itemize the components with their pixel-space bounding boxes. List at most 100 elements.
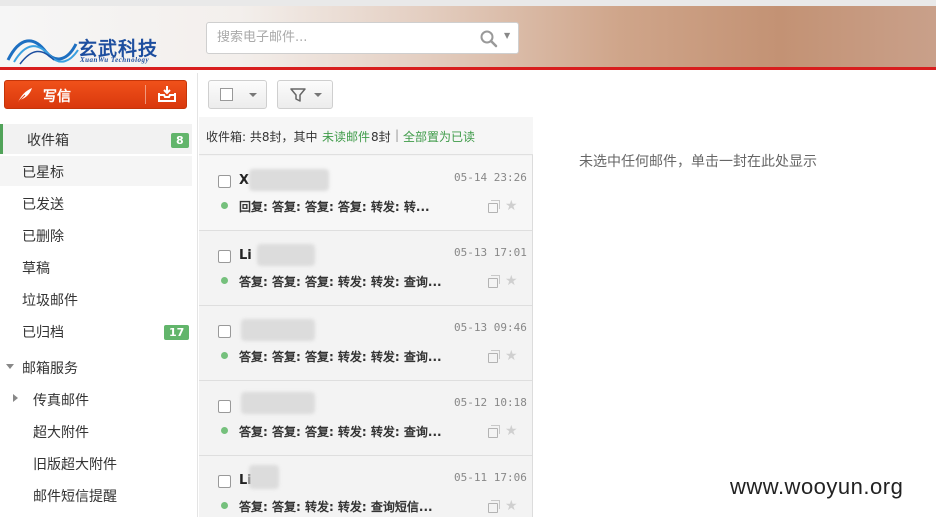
mail-subject: 答复: 答复: 答复: 转发: 转发: 查询... <box>239 425 442 439</box>
mail-row[interactable]: Li 05-13 17:01 答复: 答复: 答复: 转发: 转发: 查询...… <box>199 231 532 306</box>
unread-count-text: 8封 <box>371 130 391 144</box>
mail-subject: 回复: 答复: 答复: 答复: 转发: 转... <box>239 200 430 214</box>
mail-checkbox[interactable] <box>218 175 231 188</box>
mail-time: 05-14 23:26 <box>454 171 527 184</box>
separator: | <box>395 128 400 142</box>
sidebar-item-label: 已发送 <box>22 197 64 213</box>
unread-dot-icon <box>221 502 228 509</box>
sidebar-item-label: 草稿 <box>22 261 50 277</box>
sidebar-divider <box>197 73 198 517</box>
mail-time: 05-13 09:46 <box>454 321 527 334</box>
copy-icon[interactable] <box>488 500 500 513</box>
mail-sender: Li <box>239 248 252 263</box>
compose-button-group: 写信 <box>4 80 187 109</box>
mail-subject: 答复: 答复: 答复: 转发: 转发: 查询... <box>239 350 442 364</box>
mail-list: 收件箱: 共8封，其中 未读邮件 8封 | 全部置为已读 X 05-14 23:… <box>199 117 533 517</box>
redacted-sender <box>241 319 315 341</box>
redacted-sender <box>257 244 315 266</box>
sidebar-item-label: 已归档 <box>22 325 64 341</box>
redacted-sender <box>241 392 315 414</box>
sidebar-item-legacy-large-attachment[interactable]: 旧版超大附件 <box>0 448 192 478</box>
sidebar-item-label: 已星标 <box>22 165 64 181</box>
search-box[interactable]: ▼ <box>206 22 519 54</box>
mail-row[interactable]: X 05-14 23:26 回复: 答复: 答复: 答复: 转发: 转... ★ <box>199 156 532 231</box>
copy-icon[interactable] <box>488 350 500 363</box>
redacted-sender <box>249 169 329 191</box>
sidebar-item-label: 收件箱 <box>27 133 69 149</box>
sidebar-item-label: 已删除 <box>22 229 64 245</box>
top-header: 玄武科技 XuanWu Technology ▼ <box>0 0 936 70</box>
copy-icon[interactable] <box>488 425 500 438</box>
sidebar-item-inbox[interactable]: 收件箱 8 <box>0 124 192 154</box>
empty-reading-message: 未选中任何邮件，单击一封在此处显示 <box>579 154 817 170</box>
copy-icon[interactable] <box>488 200 500 213</box>
sidebar-item-label: 超大附件 <box>33 425 89 441</box>
redacted-sender <box>249 465 279 489</box>
mail-time: 05-12 10:18 <box>454 396 527 409</box>
mail-subject: 答复: 答复: 转发: 转发: 查询短信... <box>239 500 433 514</box>
mail-time: 05-11 17:06 <box>454 471 527 484</box>
unread-dot-icon <box>221 202 228 209</box>
mail-row[interactable]: 05-13 09:46 答复: 答复: 答复: 转发: 转发: 查询... ★ <box>199 306 532 381</box>
sidebar-item-archived[interactable]: 已归档 17 <box>0 316 192 346</box>
mail-checkbox[interactable] <box>218 250 231 263</box>
unread-filter-link[interactable]: 未读邮件 <box>322 128 370 145</box>
reading-pane: 未选中任何邮件，单击一封在此处显示 <box>534 117 936 517</box>
mail-list-header: 收件箱: 共8封，其中 未读邮件 8封 | 全部置为已读 <box>199 117 533 155</box>
search-options-caret-icon[interactable]: ▼ <box>504 31 510 40</box>
feather-pen-icon <box>17 88 32 103</box>
compose-button[interactable]: 写信 <box>5 81 145 108</box>
mark-all-read-link[interactable]: 全部置为已读 <box>403 128 475 145</box>
search-input[interactable] <box>217 30 467 45</box>
mail-sender: X <box>239 173 250 188</box>
count-badge: 17 <box>164 325 190 340</box>
star-icon[interactable]: ★ <box>505 424 518 438</box>
star-icon[interactable]: ★ <box>505 199 518 213</box>
star-icon[interactable]: ★ <box>505 274 518 288</box>
sidebar-section-mail-services[interactable]: 邮箱服务 <box>0 352 192 382</box>
sidebar-item-sms-notification[interactable]: 邮件短信提醒 <box>0 480 192 510</box>
chevron-down-icon <box>249 93 257 97</box>
mail-subject: 答复: 答复: 答复: 转发: 转发: 查询... <box>239 275 442 289</box>
filter-dropdown[interactable] <box>277 80 333 109</box>
expand-arrow-icon[interactable] <box>13 394 18 402</box>
sidebar-item-deleted[interactable]: 已删除 <box>0 220 192 250</box>
logo-subtitle: XuanWu Technology <box>80 56 150 64</box>
star-icon[interactable]: ★ <box>505 349 518 363</box>
search-icon[interactable] <box>479 29 499 49</box>
sidebar-item-label: 旧版超大附件 <box>33 457 117 473</box>
mail-time: 05-13 17:01 <box>454 246 527 259</box>
unread-dot-icon <box>221 277 228 284</box>
mail-checkbox[interactable] <box>218 325 231 338</box>
sidebar-item-label: 传真邮件 <box>33 393 89 409</box>
sidebar-section-label: 邮箱服务 <box>22 361 78 377</box>
checkbox-icon[interactable] <box>220 88 233 101</box>
sidebar-item-label: 邮件短信提醒 <box>33 489 117 505</box>
chevron-down-icon <box>314 93 322 97</box>
mail-checkbox[interactable] <box>218 400 231 413</box>
filter-icon <box>290 88 306 102</box>
header-shine <box>0 0 936 6</box>
sidebar-item-spam[interactable]: 垃圾邮件 <box>0 284 192 314</box>
folder-summary-text: 收件箱: 共8封，其中 <box>206 130 318 144</box>
copy-icon[interactable] <box>488 275 500 288</box>
receive-mail-icon[interactable] <box>157 85 177 103</box>
star-icon[interactable]: ★ <box>505 499 518 513</box>
unread-dot-icon <box>221 427 228 434</box>
mail-row[interactable]: 05-12 10:18 答复: 答复: 答复: 转发: 转发: 查询... ★ <box>199 381 532 456</box>
mail-checkbox[interactable] <box>218 475 231 488</box>
sidebar-item-fax-mail[interactable]: 传真邮件 <box>0 384 192 414</box>
mail-row[interactable]: Li 05-11 17:06 答复: 答复: 转发: 转发: 查询短信... ★ <box>199 456 532 517</box>
sidebar-item-drafts[interactable]: 草稿 <box>0 252 192 282</box>
compose-label: 写信 <box>43 89 71 105</box>
unread-dot-icon <box>221 352 228 359</box>
sidebar-item-label: 垃圾邮件 <box>22 293 78 309</box>
unread-count-badge: 8 <box>171 133 189 148</box>
select-all-dropdown[interactable] <box>208 80 267 109</box>
sidebar-item-starred[interactable]: 已星标 <box>0 156 192 186</box>
watermark: www.wooyun.org <box>730 474 904 499</box>
compose-separator <box>145 85 146 104</box>
sidebar-item-sent[interactable]: 已发送 <box>0 188 192 218</box>
sidebar-item-large-attachment[interactable]: 超大附件 <box>0 416 192 446</box>
collapse-arrow-icon <box>6 364 14 369</box>
